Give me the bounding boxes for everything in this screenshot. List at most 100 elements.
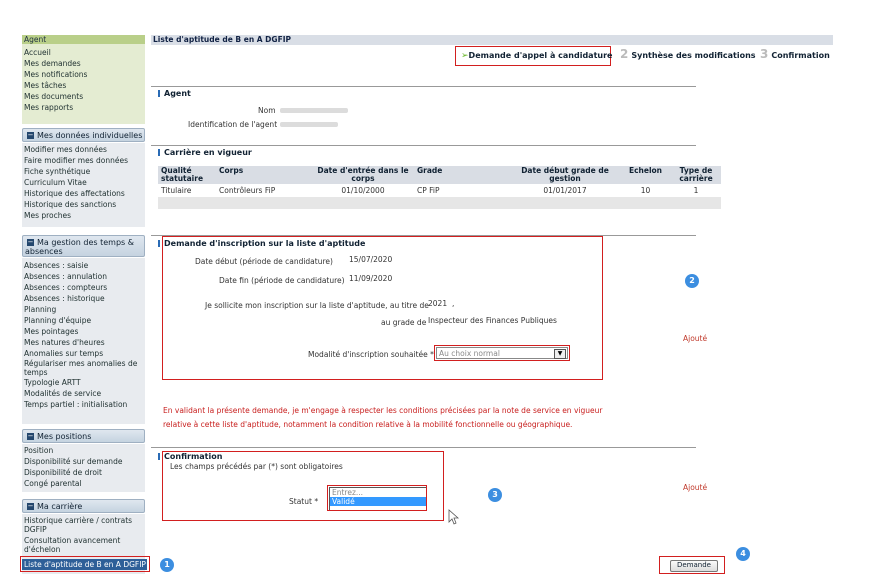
sidebar-item[interactable]: Typologie ARTT [24,377,144,388]
date-debut-value: 15/07/2020 [349,255,393,264]
sidebar-item[interactable]: Historique des sanctions [24,199,128,210]
sidebar-item-accueil[interactable]: Accueil [24,47,87,58]
highlight-box [327,485,427,511]
sidebar: Agent Accueil Mes demandes Mes notificat… [0,0,150,588]
sidebar-item[interactable]: Disponibilité sur demande [24,456,122,467]
step-1[interactable]: ➢Demande d'appel à candidature [461,51,612,61]
page-title: Liste d'aptitude de B en A DGFIP [151,35,833,45]
confirmation-section-title: Confirmation [158,452,222,461]
sidebar-item[interactable]: Absences : saisie [24,260,144,271]
ajoute-link-2[interactable]: Ajouté [683,483,707,492]
sidebar-item-mes-demandes[interactable]: Mes demandes [24,58,87,69]
collapse-icon[interactable]: − [27,433,34,440]
agent-menu: Accueil Mes demandes Mes notifications M… [24,47,87,113]
required-note: Les champs précédés par (*) sont obligat… [170,462,343,471]
cell: CP FiP [417,186,440,195]
step-number: 2 [620,47,629,61]
col-header: Grade [414,166,510,184]
agent-menu-header: Agent [22,35,145,44]
sidebar-item[interactable]: Temps partiel : initialisation [24,399,144,410]
sidebar-item[interactable]: Disponibilité de droit [24,467,122,478]
section-header-carriere[interactable]: − Ma carrière [22,499,145,513]
section-title: Ma gestion des temps & absences [25,238,134,256]
annotation-2: 2 [685,274,699,288]
carriere-table: Qualité statutaire Corps Date d'entrée d… [158,166,721,209]
temps-menu: Absences : saisie Absences : annulation … [24,260,144,410]
sidebar-item[interactable]: Historique des affectations [24,188,128,199]
annotation-3: 3 [488,488,502,502]
step-label: Confirmation [771,51,830,60]
annotation-4: 4 [736,547,750,561]
statut-label: Statut * [289,497,319,506]
sidebar-item[interactable]: Planning [24,304,144,315]
sidebar-item[interactable]: Anomalies sur temps [24,348,144,359]
sidebar-item[interactable]: Modalités de service [24,388,144,399]
highlight-box [434,345,570,361]
collapse-icon[interactable]: − [27,239,34,246]
sidebar-item[interactable]: Absences : annulation [24,271,144,282]
table-header-row: Qualité statutaire Corps Date d'entrée d… [158,166,721,184]
collapse-icon[interactable]: − [27,503,34,510]
sidebar-item[interactable]: Régulariser mes anomalies de temps [24,359,144,377]
step-label: Synthèse des modifications [631,51,756,60]
sidebar-item[interactable]: Historique carrière / contrats DGFIP [24,516,145,534]
sidebar-item[interactable]: Absences : historique [24,293,144,304]
positions-menu: Position Disponibilité sur demande Dispo… [24,445,122,489]
table-footer-row [158,197,721,209]
step-2[interactable]: 2 Synthèse des modifications [620,47,756,61]
divider [151,447,696,448]
warning-line-1: En validant la présente demande, je m'en… [163,406,603,415]
highlight-box [20,556,150,572]
sidebar-item[interactable]: Mes natures d'heures [24,337,144,348]
redacted-id [280,122,338,127]
annotation-1: 1 [160,558,174,572]
sidebar-item[interactable]: Mes proches [24,210,128,221]
section-header-temps[interactable]: − Ma gestion des temps & absences [22,235,145,257]
col-header: Corps [216,166,312,184]
col-header: Echelon [620,166,671,184]
sidebar-item[interactable]: Planning d'équipe [24,315,144,326]
sollicite-label: Je sollicite mon inscription sur la list… [205,301,429,310]
arrow-icon: ➢ [461,51,469,61]
section-title: Ma carrière [37,502,83,511]
col-header: Type de carrière [671,166,721,184]
redacted-name [280,108,348,113]
sidebar-item[interactable]: Curriculum Vitae [24,177,128,188]
col-header: Date d'entrée dans le corps [312,166,414,184]
collapse-icon[interactable]: − [27,132,34,139]
sidebar-item-mes-notifications[interactable]: Mes notifications [24,69,87,80]
nom-label: Nom [258,106,276,115]
cell: Titulaire [161,186,192,195]
carriere-menu: Historique carrière / contrats DGFIP Con… [24,516,145,554]
sidebar-item[interactable]: Absences : compteurs [24,282,144,293]
sidebar-item[interactable]: Fiche synthétique [24,166,128,177]
step-3[interactable]: 3 Confirmation [760,47,830,61]
cell: 10 [640,186,651,195]
carriere-section-title: Carrière en vigueur [158,148,252,157]
date-debut-label: Date début (période de candidature) [195,257,333,266]
cell: Contrôleurs FiP [219,186,276,195]
demande-button[interactable]: Demande [670,560,718,572]
sollicite-suffix: , [452,299,455,308]
sidebar-item[interactable]: Faire modifier mes données [24,155,128,166]
modalite-label: Modalité d'inscription souhaitée * [308,350,434,359]
ident-label: Identification de l'agent [188,120,278,129]
demande-section-title: Demande d'inscription sur la liste d'apt… [158,239,365,248]
sidebar-item[interactable]: Congé parental [24,478,122,489]
sidebar-item[interactable]: Mes pointages [24,326,144,337]
warning-line-2: relative à cette liste d'aptitude, notam… [163,420,573,429]
divider [151,145,696,146]
section-header-donnees[interactable]: − Mes données individuelles [22,128,145,142]
section-header-positions[interactable]: − Mes positions [22,429,145,443]
section-title: Mes positions [37,432,92,441]
sidebar-item-mes-documents[interactable]: Mes documents [24,91,87,102]
table-row: Titulaire Contrôleurs FiP 01/10/2000 CP … [158,184,721,197]
sidebar-item-mes-taches[interactable]: Mes tâches [24,80,87,91]
sidebar-item[interactable]: Modifier mes données [24,144,128,155]
sidebar-item[interactable]: Consultation avancement d'échelon [24,536,145,554]
ajoute-link-1[interactable]: Ajouté [683,334,707,343]
sidebar-item[interactable]: Position [24,445,122,456]
cell: 01/01/2017 [543,186,587,195]
sollicite-value: 2021 [428,299,448,308]
sidebar-item-mes-rapports[interactable]: Mes rapports [24,102,87,113]
